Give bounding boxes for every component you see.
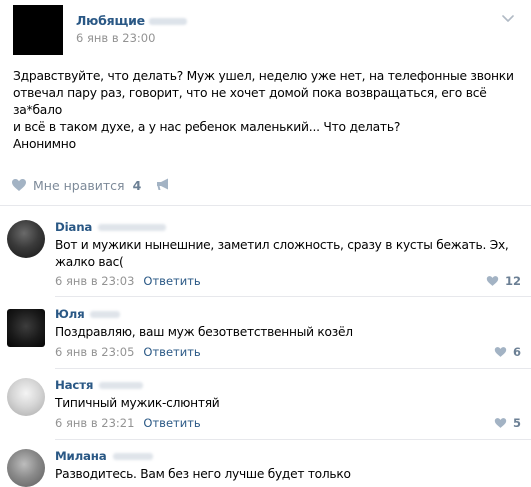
author-avatar[interactable] [13, 5, 63, 55]
comment-author[interactable]: Милана [55, 449, 153, 463]
comment-like-button[interactable]: 5 [494, 416, 521, 430]
comment-date[interactable]: 6 янв в 23:05 [55, 345, 134, 359]
post-date[interactable]: 6 янв в 23:00 [76, 31, 158, 45]
comment-text: Типичный мужик-слюнтяй [55, 396, 220, 410]
comment-divider [55, 296, 531, 297]
comment-author-name[interactable]: Милана [55, 449, 107, 463]
comment-like-button[interactable]: 12 [486, 274, 521, 288]
comment-date[interactable]: 6 янв в 23:21 [55, 416, 134, 430]
comment-like-count: 6 [512, 345, 521, 359]
reply-link[interactable]: Ответить [143, 416, 200, 430]
comment-text: Разводитесь. Вам без него лучше будет то… [55, 467, 351, 481]
comment-author[interactable]: Юля [55, 307, 121, 321]
author-name[interactable]: Любящие [76, 13, 145, 28]
redacted-author-suffix [99, 382, 144, 389]
comment-author[interactable]: Diana [55, 220, 167, 234]
comment-author-name[interactable]: Diana [55, 220, 92, 234]
heart-icon [494, 418, 507, 428]
post-date-text[interactable]: 6 янв в 23:00 [76, 31, 155, 45]
comment-like-count: 5 [512, 416, 521, 430]
megaphone-icon[interactable] [155, 176, 172, 195]
wall-post: Любящие 6 янв в 23:00 Здравствуйте, что … [0, 0, 531, 487]
reply-link[interactable]: Ответить [143, 274, 200, 288]
heart-icon [12, 179, 26, 191]
post-actions-bar: Мне нравится 4 [11, 176, 172, 194]
comment-like-count: 12 [504, 274, 521, 288]
comment-author-name[interactable]: Юля [55, 307, 85, 321]
redacted-author-suffix [148, 18, 187, 25]
comment-date[interactable]: 6 янв в 23:03 [55, 274, 134, 288]
comment-meta: 6 янв в 23:21 Ответить [55, 416, 201, 430]
post-author[interactable]: Любящие [76, 13, 187, 28]
redacted-author-suffix [112, 453, 153, 460]
comment-meta: 6 янв в 23:03 Ответить [55, 274, 201, 288]
redacted-author-suffix [98, 224, 167, 231]
comment-meta: 6 янв в 23:05 Ответить [55, 345, 201, 359]
commenter-avatar[interactable] [7, 449, 45, 487]
comment-like-button[interactable]: 6 [494, 345, 521, 359]
comment-author-name[interactable]: Настя [55, 378, 93, 392]
like-button[interactable]: Мне нравится 4 [11, 178, 141, 193]
comment-author[interactable]: Настя [55, 378, 144, 392]
comment-divider [55, 439, 531, 440]
commenter-avatar[interactable] [7, 309, 45, 347]
commenter-avatar[interactable] [7, 378, 45, 416]
heart-icon [486, 276, 499, 286]
post-body-text: Здравствуйте, что делать? Муж ушел, неде… [13, 69, 514, 151]
like-label: Мне нравится [33, 177, 125, 193]
commenter-avatar[interactable] [7, 220, 45, 258]
like-count: 4 [132, 177, 142, 193]
comment-text: Поздравляю, ваш муж безответственный коз… [55, 325, 353, 339]
redacted-author-suffix [90, 311, 121, 318]
post-comments-divider [0, 205, 531, 206]
reply-link[interactable]: Ответить [143, 345, 200, 359]
post-menu-chevron-down-icon[interactable] [500, 11, 516, 25]
comment-text: Вот и мужики нынешние, заметил сложность… [55, 238, 509, 269]
comment-divider [55, 368, 531, 369]
heart-icon [494, 347, 507, 357]
